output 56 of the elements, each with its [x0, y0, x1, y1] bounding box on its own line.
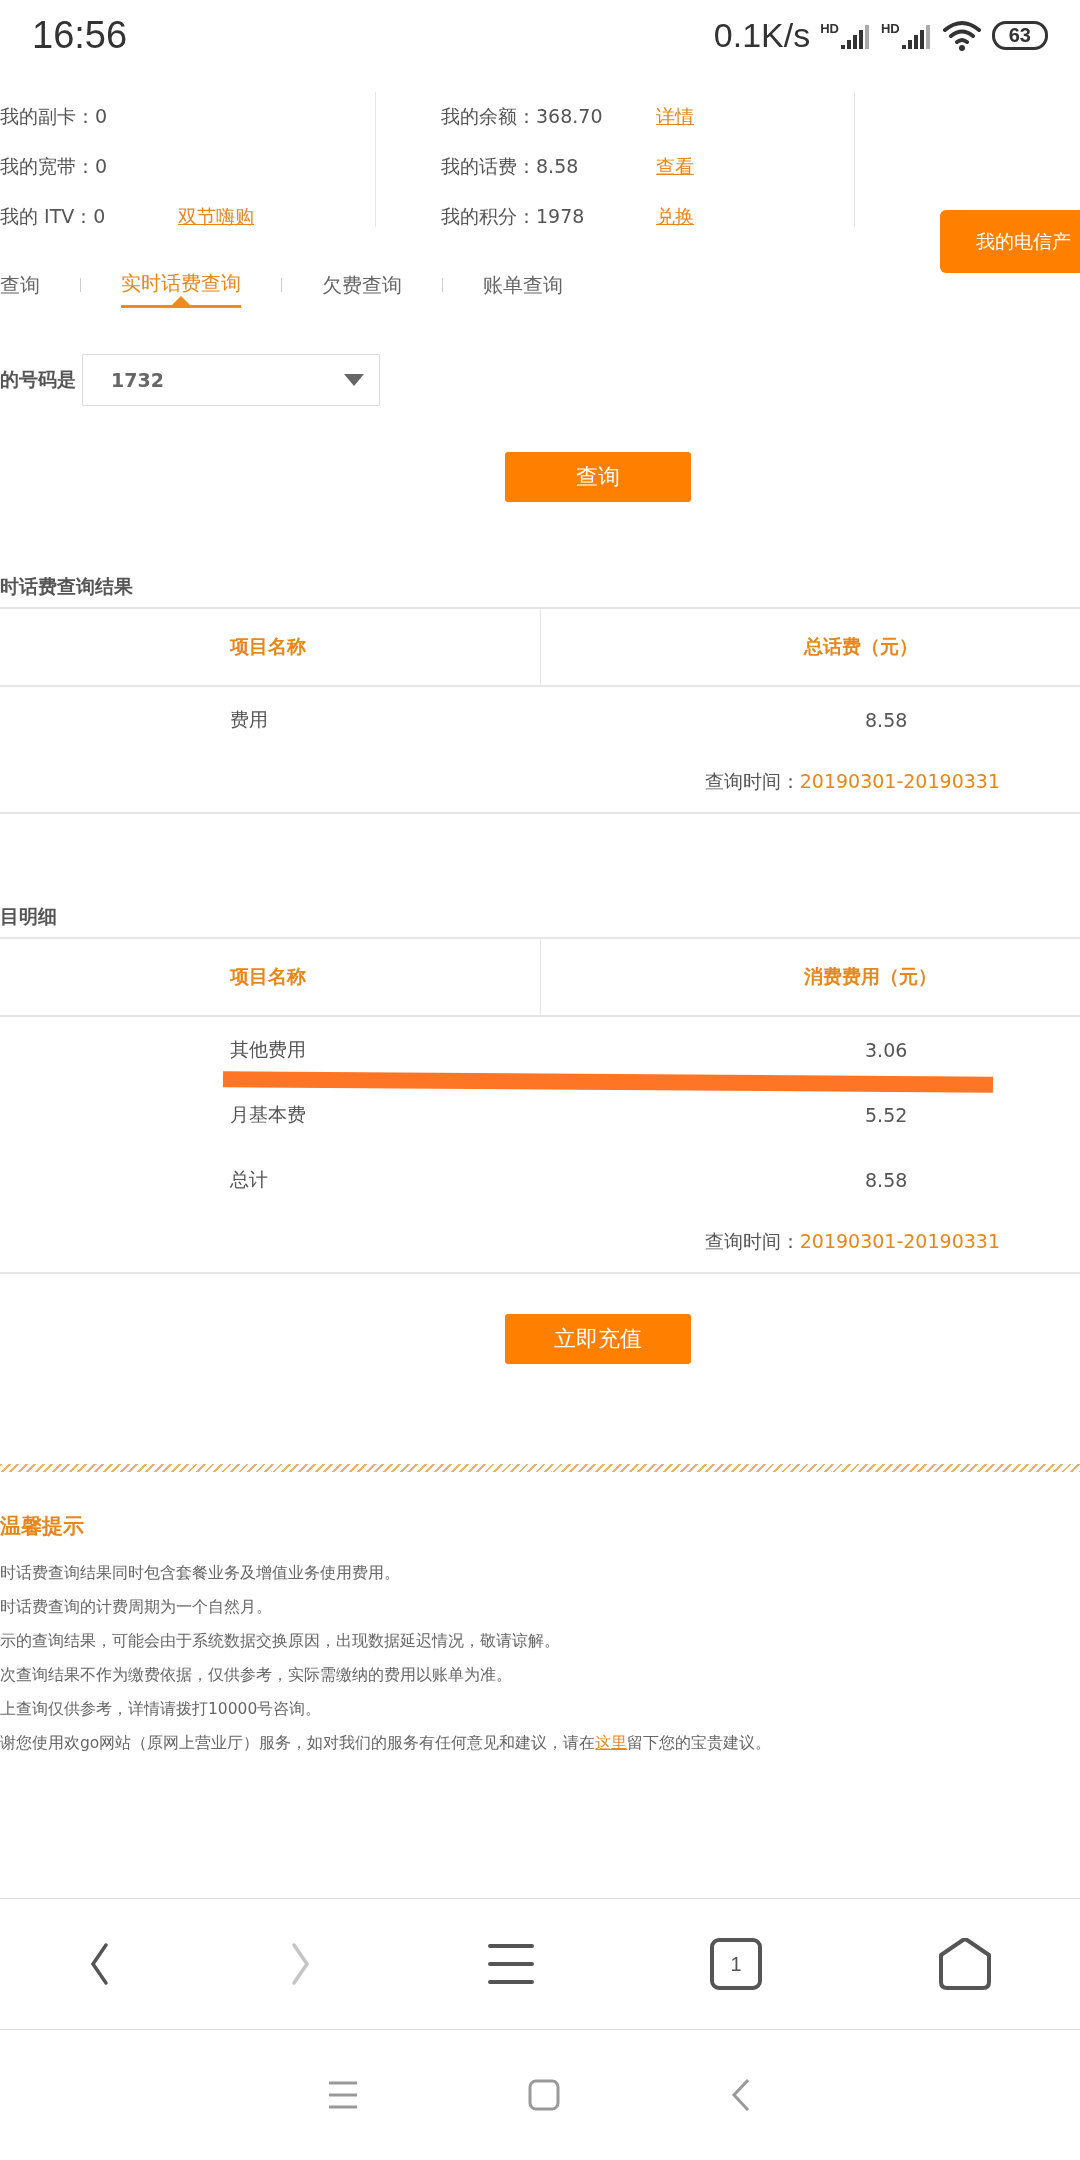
table-cell-text: 5.52 [864, 1102, 909, 1128]
tip-text: 时话费查询结果同时包含套餐业务及增值业务使用费用。 [0, 1563, 401, 1584]
home-button[interactable] [938, 1938, 992, 1990]
field-label: 的号码是 [0, 367, 77, 392]
column-header: 总话费（元） [540, 608, 1080, 686]
column-header: 消费费用（元） [540, 938, 1080, 1016]
table-cell-text: 3.06 [864, 1037, 909, 1063]
account-link[interactable]: 查看 [656, 154, 694, 180]
section-title: 目明细 [0, 904, 58, 929]
account-info: 我的副卡：0 [0, 104, 109, 129]
tab[interactable]: 查询 [0, 263, 40, 307]
account-link[interactable]: 兑换 [656, 204, 694, 230]
tips-title: 温馨提示 [0, 1513, 85, 1540]
menu-button[interactable] [488, 1943, 534, 1985]
clock: 16:56 [32, 13, 129, 57]
account-info: 我的 ITV：0 [0, 204, 107, 229]
query-time: 查询时间：20190301-20190331 [704, 769, 1000, 794]
network-speed: 0.1K/s [713, 15, 811, 55]
table-cell-text: 总计 [229, 1166, 269, 1192]
section-title: 时话费查询结果 [0, 574, 134, 599]
tip-text: 上查询仅供参考，详情请拨打10000号咨询。 [0, 1699, 323, 1720]
table-cell-text: 月基本费 [229, 1101, 307, 1127]
account-link[interactable]: 详情 [656, 104, 694, 130]
tab[interactable]: 账单查询 [483, 263, 563, 307]
account-info: 我的积分：1978 [441, 204, 586, 229]
hd-label: HD [820, 21, 839, 36]
account-info: 我的宽带：0 [0, 154, 109, 179]
recharge-button[interactable]: 立即充值 [505, 1314, 691, 1364]
tab[interactable]: 欠费查询 [322, 263, 402, 307]
table-cell-text: 8.58 [864, 1167, 909, 1193]
table-cell-text: 8.58 [864, 707, 909, 733]
tip-text: 谢您使用欢go网站（原网上营业厅）服务，如对我们的服务有任何意见和建议，请在这里留下您的宝贵建议。 [0, 1733, 773, 1754]
feedback-link[interactable]: 这里 [595, 1734, 628, 1752]
account-info: 我的余额：368.70 [441, 104, 604, 129]
home-icon[interactable] [528, 2078, 560, 2111]
product-button[interactable]: 我的电信产 [940, 210, 1080, 273]
tab[interactable]: 实时话费查询 [121, 262, 241, 308]
table-cell-text: 费用 [229, 706, 269, 732]
query-button[interactable]: 查询 [505, 452, 691, 502]
hd-label: HD [880, 21, 900, 36]
dropdown-arrow-icon [344, 374, 364, 386]
tip-text: 次查询结果不作为缴费依据，仅供参考，实际需缴纳的费用以账单为准。 [0, 1665, 513, 1686]
account-info: 我的话费：8.58 [441, 154, 580, 179]
table-cell-text: 其他费用 [229, 1036, 307, 1062]
tabs-button[interactable]: 1 [710, 1938, 762, 1990]
wifi-icon [941, 19, 982, 51]
query-time: 查询时间：20190301-20190331 [704, 1229, 1000, 1254]
account-link[interactable]: 双节嗨购 [178, 204, 254, 230]
tip-text: 示的查询结果，可能会由于系统数据交换原因，出现数据延迟情况，敬请谅解。 [0, 1631, 561, 1652]
back-icon[interactable] [730, 2077, 752, 2112]
menu-icon[interactable] [328, 2080, 358, 2109]
column-header: 项目名称 [0, 608, 540, 686]
number-dropdown[interactable]: 1732 [82, 354, 380, 406]
column-header: 项目名称 [0, 938, 540, 1016]
tip-text: 时话费查询的计费周期为一个自然月。 [0, 1597, 273, 1618]
battery-level: 63 [991, 20, 1048, 50]
